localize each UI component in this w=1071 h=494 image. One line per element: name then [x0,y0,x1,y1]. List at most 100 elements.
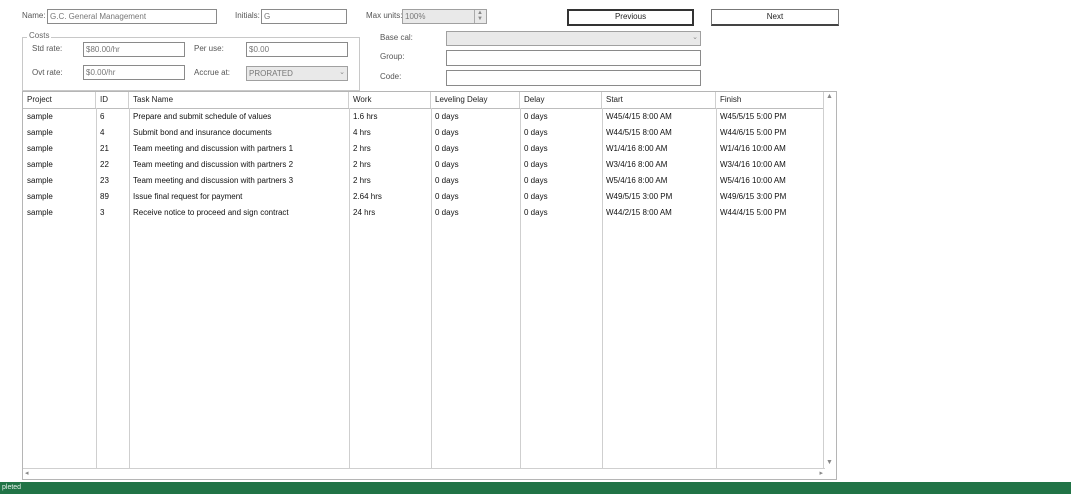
table-row[interactable]: sample 6 Prepare and submit schedule of va… [23,109,825,125]
status-text: pleted [2,484,22,491]
column-header-task-name[interactable]: Task Name [129,92,349,108]
cell-delay: 0 days [524,112,548,121]
cell-delay: 0 days [524,192,548,201]
table-row[interactable]: sample 21 Team meeting and discussion with… [23,141,825,157]
name-label: Name: [22,11,46,20]
per-use-field[interactable]: $0.00 [246,42,348,57]
base-cal-dropdown[interactable]: ⌄ [446,31,701,46]
column-header-work[interactable]: Work [349,92,431,108]
cell-start: W5/4/16 8:00 AM [606,176,668,185]
base-cal-label: Base cal: [380,33,413,42]
cell-start: W3/4/16 8:00 AM [606,160,668,169]
cell-task-name: Submit bond and insurance documents [133,128,272,137]
max-units-label: Max units: [366,11,403,20]
cell-finish: W44/6/15 5:00 PM [720,128,787,137]
ovt-rate-field[interactable]: $0.00/hr [83,65,185,80]
cell-task-name: Team meeting and discussion with partner… [133,176,294,185]
cell-task-name: Issue final request for payment [133,192,243,201]
cell-work: 2 hrs [353,144,371,153]
cell-id: 23 [100,176,109,185]
assignments-table: Project ID Task Name Work Leveling Delay… [22,91,837,480]
max-units-field[interactable]: 100% ▲ ▼ [402,9,487,24]
cell-id: 89 [100,192,109,201]
column-header-project[interactable]: Project [23,92,96,108]
cell-project: sample [27,176,53,185]
scroll-left-icon[interactable]: ◂ [25,469,29,477]
status-bar: pleted [0,482,1071,494]
group-label: Group: [380,52,405,61]
cell-work: 2 hrs [353,160,371,169]
cell-work: 2.64 hrs [353,192,382,201]
cell-finish: W1/4/16 10:00 AM [720,144,786,153]
cell-id: 3 [100,208,105,217]
table-row[interactable]: sample 89 Issue final request for payment 2… [23,189,825,205]
cell-start: W45/4/15 8:00 AM [606,112,672,121]
cell-work: 4 hrs [353,128,371,137]
column-header-start[interactable]: Start [602,92,716,108]
scroll-right-icon[interactable]: ▸ [819,469,823,477]
code-field[interactable] [446,70,701,86]
scroll-down-icon[interactable]: ▼ [826,459,833,466]
costs-group-title: Costs [27,31,52,40]
max-units-value: 100% [405,12,426,21]
cell-leveling-delay: 0 days [435,112,459,121]
cell-delay: 0 days [524,208,548,217]
cell-leveling-delay: 0 days [435,160,459,169]
next-button[interactable]: Next [711,9,839,26]
column-header-delay[interactable]: Delay [520,92,602,108]
cell-leveling-delay: 0 days [435,144,459,153]
cell-id: 21 [100,144,109,153]
cell-leveling-delay: 0 days [435,128,459,137]
cell-start: W49/5/15 3:00 PM [606,192,673,201]
cell-start: W44/5/15 8:00 AM [606,128,672,137]
column-header-leveling-delay[interactable]: Leveling Delay [431,92,520,108]
cell-work: 1.6 hrs [353,112,378,121]
scroll-up-icon[interactable]: ▲ [826,93,833,100]
chevron-down-icon[interactable]: ⌄ [692,33,698,41]
spinner-icon[interactable]: ▲ ▼ [474,10,485,23]
chevron-down-icon[interactable]: ⌄ [339,68,345,76]
cell-finish: W5/4/16 10:00 AM [720,176,786,185]
table-row[interactable]: sample 22 Team meeting and discussion with… [23,157,825,173]
table-row[interactable]: sample 4 Submit bond and insurance documen… [23,125,825,141]
accrue-value: PRORATED [249,69,293,78]
name-field[interactable]: G.C. General Management [47,9,217,24]
horizontal-scrollbar[interactable]: ◂ ▸ [23,468,825,479]
column-header-id[interactable]: ID [96,92,129,108]
cell-finish: W45/5/15 5:00 PM [720,112,787,121]
table-row[interactable]: sample 3 Receive notice to proceed and sig… [23,205,825,221]
cell-leveling-delay: 0 days [435,192,459,201]
cell-project: sample [27,128,53,137]
cell-delay: 0 days [524,160,548,169]
cell-leveling-delay: 0 days [435,176,459,185]
cell-finish: W44/4/15 5:00 PM [720,208,787,217]
initials-label: Initials: [235,11,260,20]
accrue-dropdown[interactable]: PRORATED ⌄ [246,66,348,81]
table-header: Project ID Task Name Work Leveling Delay… [23,92,825,109]
cell-project: sample [27,208,53,217]
ovt-rate-label: Ovt rate: [32,68,63,77]
cell-delay: 0 days [524,144,548,153]
previous-button[interactable]: Previous [567,9,694,26]
table-row[interactable]: sample 23 Team meeting and discussion with… [23,173,825,189]
accrue-label: Accrue at: [194,68,231,77]
cell-start: W1/4/16 8:00 AM [606,144,668,153]
cell-leveling-delay: 0 days [435,208,459,217]
code-label: Code: [380,72,402,81]
cell-delay: 0 days [524,176,548,185]
cell-project: sample [27,192,53,201]
cell-project: sample [27,144,53,153]
cell-work: 24 hrs [353,208,376,217]
group-field[interactable] [446,50,701,66]
cell-task-name: Team meeting and discussion with partner… [133,144,294,153]
initials-field[interactable]: G [261,9,347,24]
vertical-scrollbar[interactable]: ▲ ▼ [823,92,836,469]
cell-delay: 0 days [524,128,548,137]
cell-work: 2 hrs [353,176,371,185]
cell-finish: W3/4/16 10:00 AM [720,160,786,169]
cell-id: 22 [100,160,109,169]
std-rate-field[interactable]: $80.00/hr [83,42,185,57]
column-header-finish[interactable]: Finish [716,92,825,108]
cell-finish: W49/6/15 3:00 PM [720,192,787,201]
cell-task-name: Team meeting and discussion with partner… [133,160,294,169]
